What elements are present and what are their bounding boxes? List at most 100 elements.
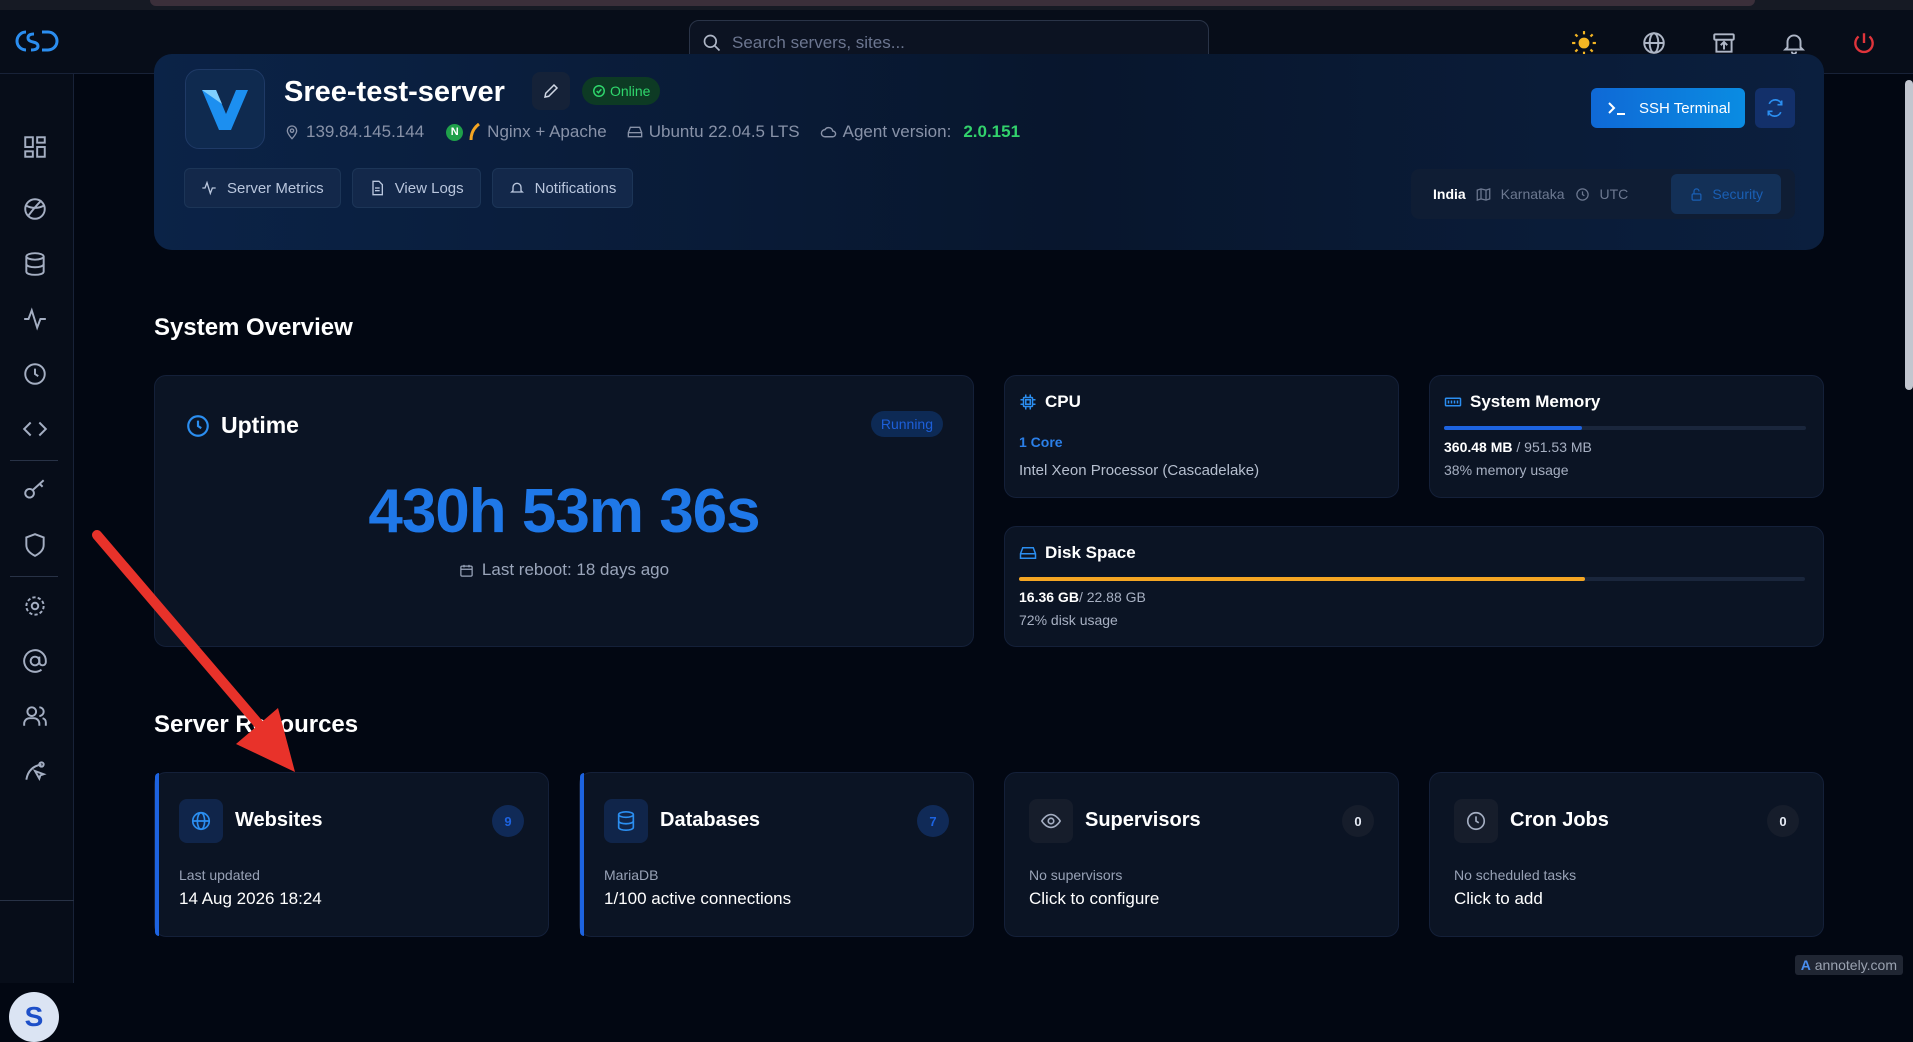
server-os: Ubuntu 22.04.5 LTS: [649, 122, 800, 142]
nginx-icon: N: [446, 124, 463, 141]
cpu-model: Intel Xeon Processor (Cascadelake): [1019, 462, 1259, 479]
sidebar-separator: [10, 460, 58, 461]
memory-title-text: System Memory: [1470, 392, 1600, 412]
websites-card[interactable]: Websites 9 Last updated 14 Aug 2026 18:2…: [154, 772, 549, 937]
code-icon[interactable]: [22, 416, 48, 442]
shield-icon[interactable]: [22, 532, 48, 558]
notifications-button[interactable]: Notifications: [492, 168, 634, 208]
users-icon[interactable]: [22, 703, 48, 729]
location-bar: India Karnataka UTC Security: [1411, 169, 1795, 219]
card-accent: [580, 773, 584, 936]
disk-total: / 22.88 GB: [1079, 589, 1146, 605]
agent-version-label: Agent version:: [843, 122, 952, 142]
view-logs-label: View Logs: [395, 180, 464, 197]
globe-icon: [190, 810, 212, 832]
activity-icon: [201, 180, 217, 196]
supervisors-card[interactable]: Supervisors 0 No supervisors Click to co…: [1004, 772, 1399, 937]
uptime-card: Uptime Running 430h 53m 36s Last reboot:…: [154, 375, 974, 647]
disk-bar: [1019, 577, 1805, 581]
ssh-terminal-button[interactable]: SSH Terminal: [1591, 88, 1745, 128]
bell-icon[interactable]: [1781, 30, 1807, 56]
memory-bar: [1444, 426, 1806, 430]
sidebar-separator: [0, 900, 74, 901]
scrollbar-thumb[interactable]: [1905, 80, 1913, 390]
last-reboot-text: Last reboot: 18 days ago: [482, 560, 669, 580]
cron-jobs-value[interactable]: Click to add: [1454, 889, 1543, 909]
websites-count: 9: [492, 805, 524, 837]
databases-sub: MariaDB: [604, 867, 658, 883]
websites-title: Websites: [235, 809, 322, 832]
system-overview-title: System Overview: [154, 314, 353, 342]
cpu-chip-icon: [1019, 393, 1037, 411]
clock-icon[interactable]: [22, 361, 48, 387]
map-icon: [1476, 187, 1491, 202]
websites-sub: Last updated: [179, 867, 260, 883]
disk-amount: 16.36 GB/ 22.88 GB: [1019, 589, 1146, 605]
memory-usage: 38% memory usage: [1444, 462, 1569, 478]
cursor-route-icon[interactable]: [22, 758, 48, 784]
network-globe-icon[interactable]: [22, 196, 48, 222]
database-icon: [615, 810, 637, 832]
supervisors-title: Supervisors: [1085, 809, 1201, 832]
server-ip: 139.84.145.144: [306, 122, 424, 142]
globe-icon[interactable]: [1641, 30, 1667, 56]
supervisors-sub: No supervisors: [1029, 867, 1122, 883]
clock-icon: [185, 413, 211, 439]
user-avatar[interactable]: S: [9, 992, 59, 1042]
view-logs-button[interactable]: View Logs: [352, 168, 481, 208]
memory-title: System Memory: [1444, 392, 1600, 412]
database-icon[interactable]: [22, 251, 48, 277]
watermark-logo: A: [1801, 957, 1811, 973]
server-status-badge: Online: [582, 77, 660, 105]
location-region: Karnataka: [1501, 186, 1565, 202]
cpu-card: CPU 1 Core Intel Xeon Processor (Cascade…: [1004, 375, 1399, 498]
supervisors-value[interactable]: Click to configure: [1029, 889, 1159, 909]
cron-icon-box: [1454, 799, 1498, 843]
server-metrics-button[interactable]: Server Metrics: [184, 168, 341, 208]
ssh-terminal-label: SSH Terminal: [1639, 100, 1730, 117]
databases-card[interactable]: Databases 7 MariaDB 1/100 active connect…: [579, 772, 974, 937]
key-icon[interactable]: [22, 477, 48, 503]
settings-icon[interactable]: [22, 593, 48, 619]
pencil-icon: [542, 82, 560, 100]
cloud-icon: [820, 124, 837, 141]
location-country: India: [1433, 186, 1466, 202]
eye-icon: [1040, 810, 1062, 832]
map-pin-icon: [284, 124, 300, 140]
sidebar: S: [0, 74, 74, 983]
databases-count: 7: [917, 805, 949, 837]
activity-icon[interactable]: [22, 306, 48, 332]
memory-icon: [1444, 393, 1462, 411]
refresh-button[interactable]: [1755, 88, 1795, 128]
uptime-title: Uptime: [185, 412, 299, 439]
cron-jobs-sub: No scheduled tasks: [1454, 867, 1576, 883]
power-icon[interactable]: [1851, 30, 1877, 56]
hard-drive-icon: [1019, 544, 1037, 562]
at-sign-icon[interactable]: [22, 648, 48, 674]
clock-icon: [1465, 810, 1487, 832]
server-meta: 139.84.145.144 N Nginx + Apache Ubuntu 2…: [284, 122, 1020, 142]
cron-jobs-title: Cron Jobs: [1510, 809, 1609, 832]
dashboard-icon[interactable]: [22, 134, 48, 160]
databases-icon-box: [604, 799, 648, 843]
edit-server-name-button[interactable]: [532, 72, 570, 110]
check-circle-icon: [592, 84, 606, 98]
browser-top-strip: [0, 0, 1913, 10]
cpu-cores: 1 Core: [1019, 434, 1063, 450]
search-input[interactable]: Search servers, sites...: [732, 33, 905, 53]
cron-jobs-card[interactable]: Cron Jobs 0 No scheduled tasks Click to …: [1429, 772, 1824, 937]
bell-icon: [509, 180, 525, 196]
cpu-title-text: CPU: [1045, 392, 1081, 412]
sun-icon[interactable]: [1571, 30, 1597, 56]
supervisors-count: 0: [1342, 805, 1374, 837]
archive-upload-icon[interactable]: [1711, 30, 1737, 56]
clock-icon: [1575, 187, 1590, 202]
server-stack: Nginx + Apache: [487, 122, 607, 142]
server-name: Sree-test-server: [284, 76, 505, 109]
disk-title-text: Disk Space: [1045, 543, 1136, 563]
notifications-label: Notifications: [535, 180, 617, 197]
security-button[interactable]: Security: [1671, 174, 1781, 214]
app-logo[interactable]: [12, 28, 64, 59]
disk-usage: 72% disk usage: [1019, 612, 1118, 628]
calendar-icon: [459, 563, 474, 578]
